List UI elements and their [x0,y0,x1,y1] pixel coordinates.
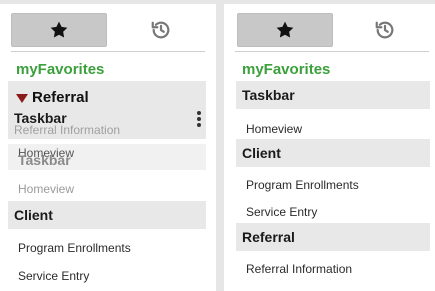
kebab-menu-icon[interactable] [196,109,202,129]
favorites-tab[interactable] [237,13,333,47]
favorites-title: myFavorites [242,61,331,78]
dragged-section[interactable]: Referral Taskbar Referral Information [8,81,206,139]
list-item[interactable]: Service Entry [10,269,89,283]
favorites-tab[interactable] [11,13,107,47]
section-header-taskbar[interactable]: Taskbar [236,81,430,109]
favorites-panel-dragging: myFavorites Referral Taskbar Referral In… [0,4,216,291]
list-item[interactable]: Service Entry [238,205,317,219]
section-header-client[interactable]: Client [236,139,430,167]
history-icon [151,21,170,39]
list-item[interactable]: Homeview [238,122,302,136]
history-tab[interactable] [342,13,428,47]
history-tab[interactable] [118,13,204,47]
tab-divider [11,51,205,52]
favorites-panel: myFavorites Taskbar Homeview Client Prog… [224,4,435,291]
drag-arrow-down-icon [16,93,28,103]
favorites-title: myFavorites [16,61,105,78]
dragged-section-label: Referral [32,89,89,106]
history-icon [375,21,394,39]
star-icon [276,21,294,38]
drop-placeholder: Homeview Taskbar [8,144,206,170]
overlap-section-label: Taskbar [18,152,71,168]
list-item[interactable]: Program Enrollments [10,241,131,255]
section-header-referral[interactable]: Referral [236,223,430,251]
drag-label-row: Referral [14,89,89,106]
list-item[interactable]: Referral Information [238,262,352,276]
tab-divider [235,51,429,52]
section-header-client[interactable]: Client [8,201,206,229]
list-item[interactable]: Program Enrollments [238,178,359,192]
star-icon [50,21,68,38]
list-item[interactable]: Homeview [10,182,74,196]
ghost-item-label: Referral Information [14,123,121,137]
